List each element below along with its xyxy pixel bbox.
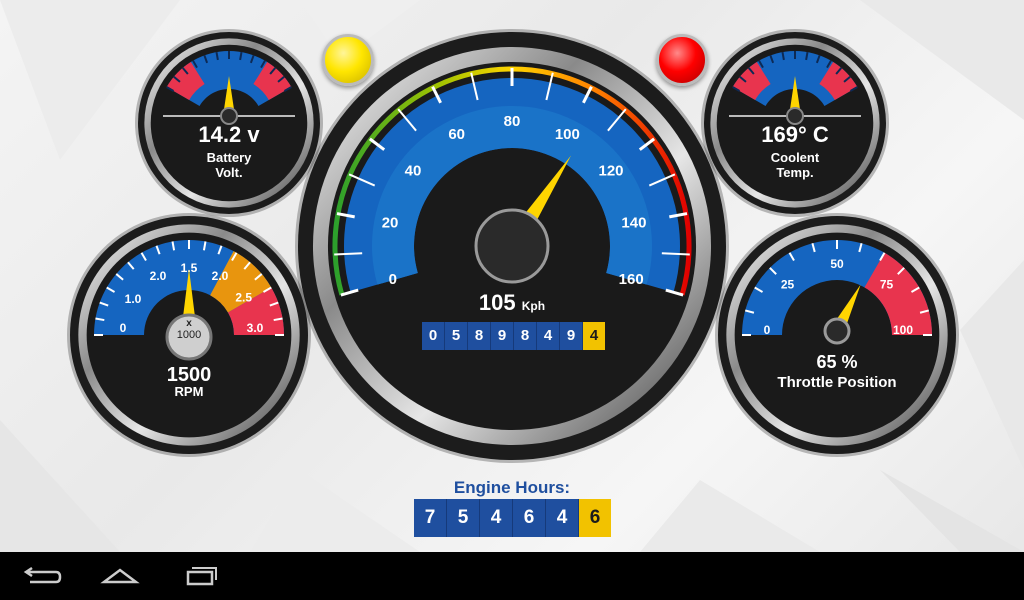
odometer-digit: 8	[468, 322, 491, 350]
battery-value: 14.2 v	[198, 122, 260, 147]
speed-tick-label-160: 160	[619, 271, 644, 288]
speed-tick	[661, 252, 690, 256]
recent-apps-button[interactable]	[176, 560, 224, 592]
coolant-label-line1: Coolent	[770, 150, 820, 165]
coolant-value: 169° C	[761, 122, 829, 147]
coolant-gauge: 169° C Coolent Temp.	[701, 29, 889, 217]
throttle-value: 65 %	[816, 352, 858, 372]
speed-value: 105	[478, 290, 516, 315]
engine-hours-digit: 5	[447, 499, 480, 537]
engine-hours-title: Engine Hours:	[453, 478, 571, 497]
engine-hours-digit: 6	[579, 499, 611, 537]
odometer-digit: 9	[560, 322, 583, 350]
battery-label-line1: Battery	[206, 150, 252, 165]
odometer-digit: 5	[445, 322, 468, 350]
svg-battery-tick	[215, 51, 219, 61]
speed-tick-label-100: 100	[555, 126, 580, 143]
tach-tick-label-1: 1.0	[125, 292, 142, 306]
odometer-digit: 4	[537, 322, 560, 350]
speed-tick-label-80: 80	[504, 113, 521, 130]
svg-coolant-tick	[805, 51, 809, 61]
speed-tick-label-0: 0	[389, 271, 397, 288]
tach-multiplier-x: x	[186, 318, 192, 329]
rpm-unit: RPM	[174, 384, 204, 399]
speed-tick	[334, 252, 363, 256]
engine-hours-counter: 754646	[414, 499, 611, 537]
home-icon	[100, 568, 140, 584]
speed-tick-label-140: 140	[621, 214, 646, 231]
engine-hours-digit: 4	[480, 499, 513, 537]
speed-tick-label-60: 60	[448, 126, 465, 143]
speed-unit: Kph	[521, 299, 546, 313]
engine-hours-digit: 7	[414, 499, 447, 537]
battery-label-line2: Volt.	[215, 165, 243, 180]
throttle-hub	[823, 317, 851, 345]
battery-gauge: 14.2 v Battery Volt.	[135, 29, 323, 217]
odometer-digit: 0	[422, 322, 445, 350]
home-button[interactable]	[96, 560, 144, 592]
engine-hours-digit: 6	[513, 499, 546, 537]
svg-battery-tick	[239, 51, 243, 61]
speed-hub	[474, 208, 550, 284]
back-icon	[23, 566, 62, 584]
tach-multiplier: 1000	[176, 329, 202, 341]
throttle-label: Throttle Position	[777, 374, 897, 391]
throttle-tick-label-0: 0	[764, 323, 771, 337]
coolant-label-line2: Temp.	[776, 165, 814, 180]
svg-coolant-tick	[781, 51, 785, 61]
speed-readout: 105 Kph	[298, 290, 726, 316]
back-button[interactable]	[16, 560, 64, 592]
tach-tick-label-4: 2.0	[212, 269, 229, 283]
throttle-tick-label-50: 50	[830, 257, 844, 271]
odometer-digit: 9	[491, 322, 514, 350]
tach-tick-label-2: 2.0	[150, 269, 167, 283]
throttle-gauge: 0 25 50 75 100 65 % Throttle Position	[715, 213, 959, 457]
throttle-tick-label-25: 25	[781, 278, 795, 292]
tachometer-gauge: 0 1.0 2.0 1.5 2.0 2.5 3.0 x 1000 1500 RPM	[67, 213, 311, 457]
tach-tick-label-5: 2.5	[235, 290, 252, 304]
throttle-tick-label-100: 100	[893, 323, 913, 337]
navigation-bar	[0, 552, 1024, 600]
odometer-digit: 8	[514, 322, 537, 350]
speed-tick-label-20: 20	[382, 214, 399, 231]
speedometer-gauge: 0 20 40 60 80 100 120 140 160 105 Kph 05898494	[295, 29, 729, 463]
engine-hours-digit: 4	[546, 499, 579, 537]
throttle-tick-label-75: 75	[880, 278, 894, 292]
odometer-digit: 4	[583, 322, 605, 350]
speed-tick-label-40: 40	[405, 162, 422, 179]
recent-apps-icon	[186, 567, 217, 586]
odometer: 05898494	[422, 322, 605, 350]
speed-tick-label-120: 120	[599, 162, 624, 179]
